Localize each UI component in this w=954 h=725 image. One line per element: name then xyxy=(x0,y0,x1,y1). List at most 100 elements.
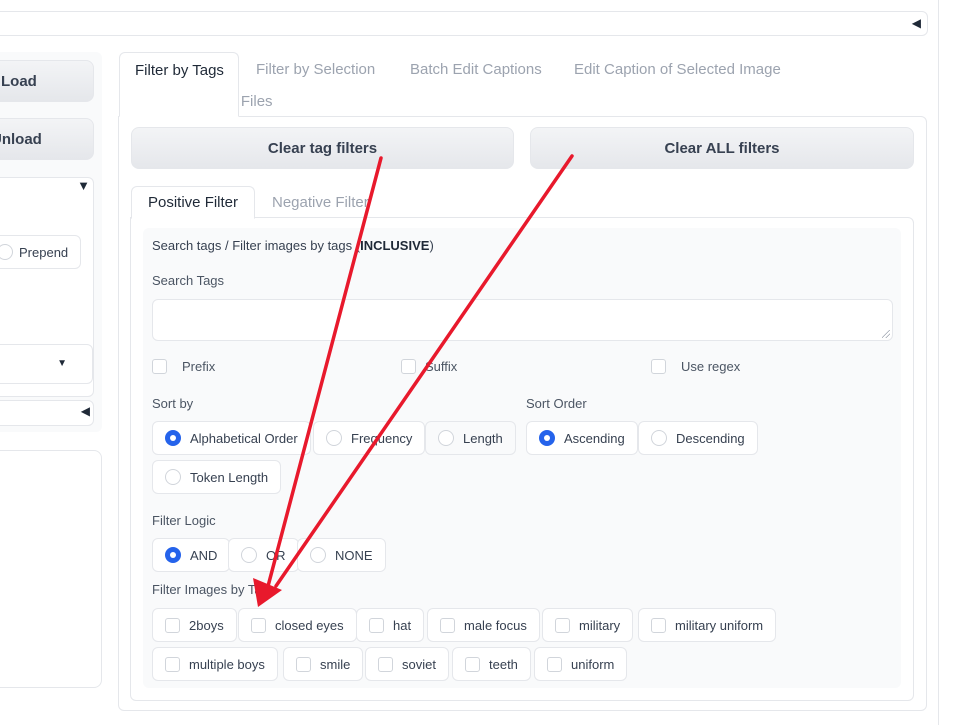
checkbox-icon xyxy=(465,656,480,672)
radio-icon xyxy=(326,430,342,446)
sort-frequency-radio[interactable]: Frequency xyxy=(313,421,426,455)
option-label: NONE xyxy=(335,547,373,563)
radio-icon xyxy=(165,469,181,485)
unload-button[interactable]: Unload xyxy=(0,118,94,160)
collapse-triangle-icon[interactable]: ◀ xyxy=(81,404,90,418)
search-tags-label: Search Tags xyxy=(152,273,225,288)
suffix-label: Suffix xyxy=(425,359,458,374)
load-button-label: Load xyxy=(1,72,37,90)
tag-label: teeth xyxy=(489,656,518,672)
top-accordion-bar[interactable]: ◀ xyxy=(0,11,928,36)
tag-checkbox-hat[interactable]: hat xyxy=(356,608,425,642)
tag-checkbox-male-focus[interactable]: male focus xyxy=(427,608,540,642)
checkbox-icon[interactable] xyxy=(152,359,167,374)
option-label: Ascending xyxy=(564,430,625,446)
page-divider xyxy=(938,0,939,725)
tag-checkbox-soviet[interactable]: soviet xyxy=(365,647,449,681)
resize-handle-icon[interactable] xyxy=(882,330,890,338)
radio-selected-icon xyxy=(539,430,555,446)
tab-batch-edit-captions[interactable]: Batch Edit Captions xyxy=(410,61,542,78)
heading-suffix: ) xyxy=(429,238,434,253)
tab-negative-filter[interactable]: Negative Filter xyxy=(272,194,369,211)
sort-order-label: Sort Order xyxy=(526,396,587,411)
prepend-label: Prepend xyxy=(19,244,69,260)
heading-prefix: Search tags / Filter images by tags ( xyxy=(152,238,361,253)
suffix-checkbox[interactable]: Suffix xyxy=(401,359,457,374)
tag-label: uniform xyxy=(571,656,615,672)
unload-button-label: Unload xyxy=(0,130,42,148)
tab-positive-filter[interactable]: Positive Filter xyxy=(131,186,255,219)
tag-label: soviet xyxy=(402,656,436,672)
filter-heading: Search tags / Filter images by tags (INC… xyxy=(152,238,434,253)
use-regex-checkbox[interactable]: Use regex xyxy=(651,359,740,374)
tag-label: hat xyxy=(393,617,412,633)
tag-checkbox-smile[interactable]: smile xyxy=(283,647,364,681)
checkbox-icon[interactable] xyxy=(401,359,416,374)
prepend-radio-option[interactable]: Prepend xyxy=(0,235,81,269)
tag-label: multiple boys xyxy=(189,656,265,672)
tab-label: Filter by Tags xyxy=(135,62,224,79)
heading-inclusive: INCLUSIVE xyxy=(360,238,430,253)
sort-alphabetical-radio[interactable]: Alphabetical Order xyxy=(152,421,311,455)
sort-by-label: Sort by xyxy=(152,396,194,411)
collapse-triangle-icon[interactable]: ◀ xyxy=(912,16,921,30)
checkbox-icon xyxy=(251,617,266,633)
clear-all-filters-button[interactable]: Clear ALL filters xyxy=(530,127,914,169)
search-tags-input[interactable] xyxy=(152,299,893,341)
tag-checkbox-teeth[interactable]: teeth xyxy=(452,647,531,681)
logic-and-radio[interactable]: AND xyxy=(152,538,231,572)
filter-logic-label: Filter Logic xyxy=(152,513,216,528)
option-label: Frequency xyxy=(351,430,413,446)
radio-icon xyxy=(651,430,667,446)
load-button[interactable]: Load xyxy=(0,60,94,102)
checkbox-icon[interactable] xyxy=(651,359,666,374)
sort-descending-radio[interactable]: Descending xyxy=(638,421,758,455)
radio-icon xyxy=(241,547,257,563)
checkbox-icon xyxy=(369,617,384,633)
left-gallery-box xyxy=(0,450,102,688)
logic-none-radio[interactable]: NONE xyxy=(297,538,386,572)
left-accordion-2[interactable]: ◀ xyxy=(0,400,94,426)
option-label: OR xyxy=(266,547,286,563)
tag-label: closed eyes xyxy=(275,617,344,633)
tag-label: military xyxy=(579,617,621,633)
clear-tag-filters-button[interactable]: Clear tag filters xyxy=(131,127,514,169)
prefix-label: Prefix xyxy=(182,359,216,374)
checkbox-icon xyxy=(547,656,562,672)
tag-checkbox-military[interactable]: military xyxy=(542,608,634,642)
tag-checkbox-2boys[interactable]: 2boys xyxy=(152,608,237,642)
tag-checkbox-military-uniform[interactable]: military uniform xyxy=(638,608,777,642)
checkbox-icon xyxy=(555,617,570,633)
radio-selected-icon xyxy=(165,547,181,563)
option-label: Descending xyxy=(676,430,745,446)
radio-icon xyxy=(438,430,454,446)
checkbox-icon xyxy=(165,617,180,633)
option-label: AND xyxy=(190,547,218,563)
tab-filter-by-selection[interactable]: Filter by Selection xyxy=(256,61,375,78)
sort-token-length-radio[interactable]: Token Length xyxy=(152,460,282,494)
checkbox-icon xyxy=(165,656,180,672)
tag-checkbox-multiple-boys[interactable]: multiple boys xyxy=(152,647,278,681)
checkbox-icon xyxy=(378,656,393,672)
prefix-checkbox[interactable]: Prefix xyxy=(152,359,215,374)
tab-edit-caption-selected-image[interactable]: Edit Caption of Selected Image xyxy=(574,61,781,78)
tag-checkbox-uniform[interactable]: uniform xyxy=(534,647,628,681)
expand-triangle-icon[interactable]: ▼ xyxy=(77,178,90,193)
checkbox-icon xyxy=(440,617,455,633)
tag-label: smile xyxy=(320,656,351,672)
filter-images-label: Filter Images by Tags xyxy=(152,582,276,597)
tag-label: 2boys xyxy=(189,617,224,633)
tab-filter-by-tags[interactable]: Filter by Tags xyxy=(119,52,239,117)
sort-ascending-radio[interactable]: Ascending xyxy=(526,421,638,455)
use-regex-label: Use regex xyxy=(681,359,741,374)
option-label: Alphabetical Order xyxy=(190,430,298,446)
radio-icon xyxy=(0,244,13,260)
left-dropdown[interactable]: ▼ xyxy=(0,344,93,384)
tag-checkbox-closed-eyes[interactable]: closed eyes xyxy=(238,608,357,642)
tag-label: male focus xyxy=(464,617,527,633)
logic-or-radio[interactable]: OR xyxy=(228,538,299,572)
checkbox-icon xyxy=(296,656,311,672)
sort-length-radio[interactable]: Length xyxy=(425,421,516,455)
clear-all-filters-label: Clear ALL filters xyxy=(664,139,780,157)
checkbox-icon xyxy=(651,617,666,633)
